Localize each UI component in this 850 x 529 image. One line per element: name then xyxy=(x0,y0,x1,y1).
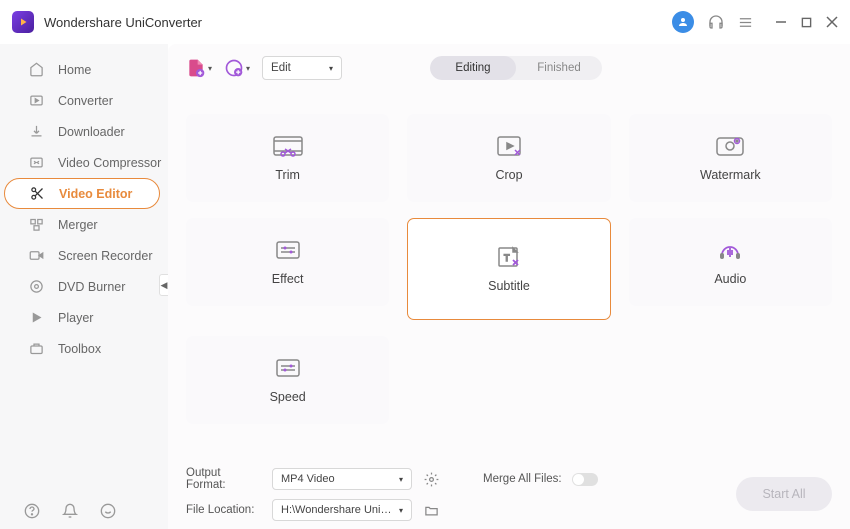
sidebar-item-label: Converter xyxy=(58,94,113,108)
tiles-area: Trim Crop Watermark xyxy=(168,92,850,459)
bell-icon[interactable] xyxy=(62,503,78,519)
tile-label: Watermark xyxy=(700,168,761,182)
sidebar-item-toolbox[interactable]: Toolbox xyxy=(0,333,168,364)
output-format-select[interactable]: MP4 Video ▾ xyxy=(272,468,412,490)
chevron-down-icon: ▾ xyxy=(246,64,250,73)
start-all-button[interactable]: Start All xyxy=(736,477,832,511)
add-folder-button[interactable]: ▾ xyxy=(224,58,250,78)
scissors-icon xyxy=(29,186,45,201)
sidebar-item-label: Player xyxy=(58,311,93,325)
chevron-down-icon: ▾ xyxy=(399,475,403,484)
edit-dropdown[interactable]: Edit ▾ xyxy=(262,56,342,80)
add-file-button[interactable]: ▾ xyxy=(186,58,212,78)
tile-speed[interactable]: Speed xyxy=(186,336,389,424)
toolbar: ▾ ▾ Edit ▾ Editing Finished xyxy=(168,44,850,92)
sidebar-item-player[interactable]: Player xyxy=(0,302,168,333)
sidebar: Home Converter Downloader Video Compress… xyxy=(0,44,168,529)
subtitle-icon: T xyxy=(494,245,524,269)
headphones-icon[interactable] xyxy=(708,14,724,30)
tile-label: Crop xyxy=(495,168,522,182)
home-icon xyxy=(28,62,44,77)
settings-gear-icon[interactable] xyxy=(424,472,439,487)
sidebar-item-label: Screen Recorder xyxy=(58,249,153,263)
merger-icon xyxy=(28,217,44,232)
tile-label: Trim xyxy=(275,168,300,182)
effect-icon xyxy=(273,238,303,262)
edit-dropdown-label: Edit xyxy=(271,62,291,74)
output-format-label: Output Format: xyxy=(186,467,260,491)
feedback-icon[interactable] xyxy=(100,503,116,519)
sidebar-item-label: Video Compressor xyxy=(58,156,161,170)
sidebar-item-label: Merger xyxy=(58,218,98,232)
sidebar-item-merger[interactable]: Merger xyxy=(0,209,168,240)
tile-label: Audio xyxy=(714,272,746,286)
sidebar-item-label: Video Editor xyxy=(59,187,132,201)
tile-watermark[interactable]: Watermark xyxy=(629,114,832,202)
sidebar-item-screen-recorder[interactable]: Screen Recorder xyxy=(0,240,168,271)
disc-icon xyxy=(28,279,44,294)
file-location-select[interactable]: H:\Wondershare UniConverter 1 ▾ xyxy=(272,499,412,521)
sidebar-item-label: Home xyxy=(58,63,91,77)
minimize-icon[interactable] xyxy=(775,16,787,28)
file-location-label: File Location: xyxy=(186,504,260,516)
download-icon xyxy=(28,124,44,139)
sidebar-item-label: Toolbox xyxy=(58,342,101,356)
tile-label: Effect xyxy=(272,272,304,286)
trim-icon xyxy=(273,134,303,158)
user-avatar-icon[interactable] xyxy=(672,11,694,33)
tile-audio[interactable]: Audio xyxy=(629,218,832,306)
folder-open-icon[interactable] xyxy=(424,503,439,518)
maximize-icon[interactable] xyxy=(801,17,812,28)
sidebar-item-label: Downloader xyxy=(58,125,125,139)
chevron-down-icon: ▾ xyxy=(329,64,333,73)
sidebar-item-downloader[interactable]: Downloader xyxy=(0,116,168,147)
toolbox-icon xyxy=(28,341,44,356)
sidebar-item-dvd-burner[interactable]: DVD Burner xyxy=(0,271,168,302)
add-file-icon xyxy=(186,58,206,78)
sidebar-item-label: DVD Burner xyxy=(58,280,125,294)
tab-switch: Editing Finished xyxy=(430,56,602,80)
crop-icon xyxy=(494,134,524,158)
sidebar-item-compressor[interactable]: Video Compressor xyxy=(0,147,168,178)
sidebar-item-video-editor[interactable]: Video Editor xyxy=(4,178,160,209)
merge-toggle[interactable] xyxy=(572,473,598,486)
tile-label: Speed xyxy=(270,390,306,404)
audio-icon xyxy=(715,238,745,262)
tile-label: Subtitle xyxy=(488,279,530,293)
tab-editing[interactable]: Editing xyxy=(430,56,516,80)
record-icon xyxy=(28,248,44,263)
app-title: Wondershare UniConverter xyxy=(44,15,202,30)
sidebar-item-home[interactable]: Home xyxy=(0,54,168,85)
converter-icon xyxy=(28,93,44,108)
tab-finished[interactable]: Finished xyxy=(516,56,602,80)
tile-trim[interactable]: Trim xyxy=(186,114,389,202)
chevron-down-icon: ▾ xyxy=(399,506,403,515)
tile-crop[interactable]: Crop xyxy=(407,114,610,202)
add-circle-icon xyxy=(224,58,244,78)
merge-label: Merge All Files: xyxy=(483,473,562,485)
hamburger-menu-icon[interactable] xyxy=(738,15,753,30)
tile-effect[interactable]: Effect xyxy=(186,218,389,306)
footer: Output Format: MP4 Video ▾ Merge All Fil… xyxy=(168,459,850,529)
chevron-down-icon: ▾ xyxy=(208,64,212,73)
compress-icon xyxy=(28,155,44,170)
watermark-icon xyxy=(715,134,745,158)
help-icon[interactable] xyxy=(24,503,40,519)
svg-text:T: T xyxy=(504,253,510,263)
main-panel: ▾ ▾ Edit ▾ Editing Finished xyxy=(168,44,850,529)
close-icon[interactable] xyxy=(826,16,838,28)
tile-subtitle[interactable]: T Subtitle xyxy=(407,218,610,320)
app-logo xyxy=(12,11,34,33)
speed-icon xyxy=(273,356,303,380)
sidebar-item-converter[interactable]: Converter xyxy=(0,85,168,116)
titlebar: Wondershare UniConverter xyxy=(0,0,850,44)
play-icon xyxy=(28,310,44,325)
